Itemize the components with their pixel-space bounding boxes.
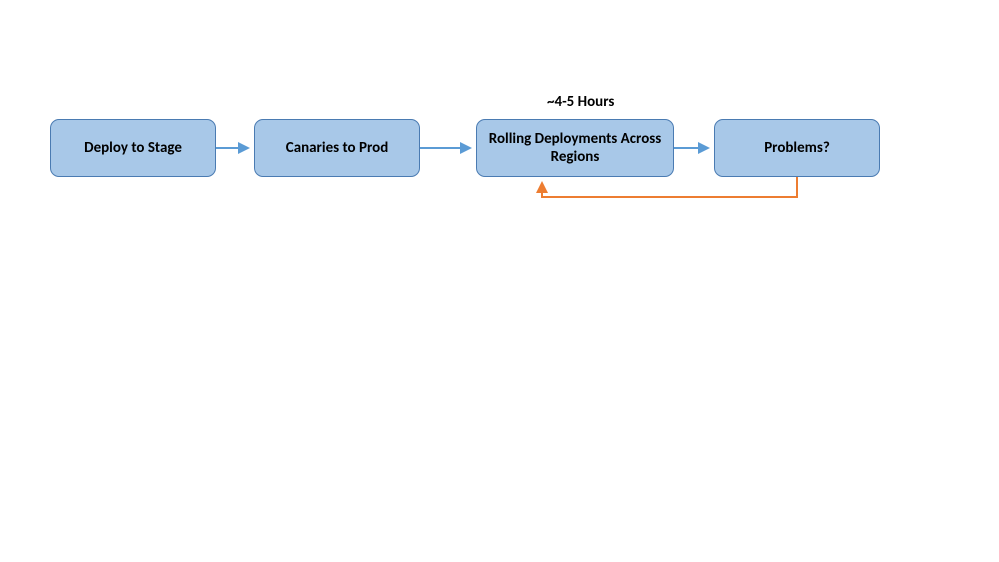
node-label: Canaries to Prod: [286, 139, 389, 157]
arrow-1: [216, 140, 254, 156]
flowchart-diagram: ~4-5 Hours Deploy to Stage Canaries to P…: [50, 95, 950, 245]
node-canaries-prod: Canaries to Prod: [254, 119, 420, 177]
arrow-2: [420, 140, 476, 156]
node-deploy-stage: Deploy to Stage: [50, 119, 216, 177]
node-label: Rolling Deployments Across Regions: [481, 130, 669, 166]
node-rolling-deployments: Rolling Deployments Across Regions: [476, 119, 674, 177]
node-label: Deploy to Stage: [84, 139, 182, 157]
time-annotation: ~4-5 Hours: [547, 93, 614, 111]
node-label: Problems?: [764, 139, 830, 157]
node-problems: Problems?: [714, 119, 880, 177]
feedback-arrow: [530, 177, 810, 217]
arrow-3: [674, 140, 714, 156]
